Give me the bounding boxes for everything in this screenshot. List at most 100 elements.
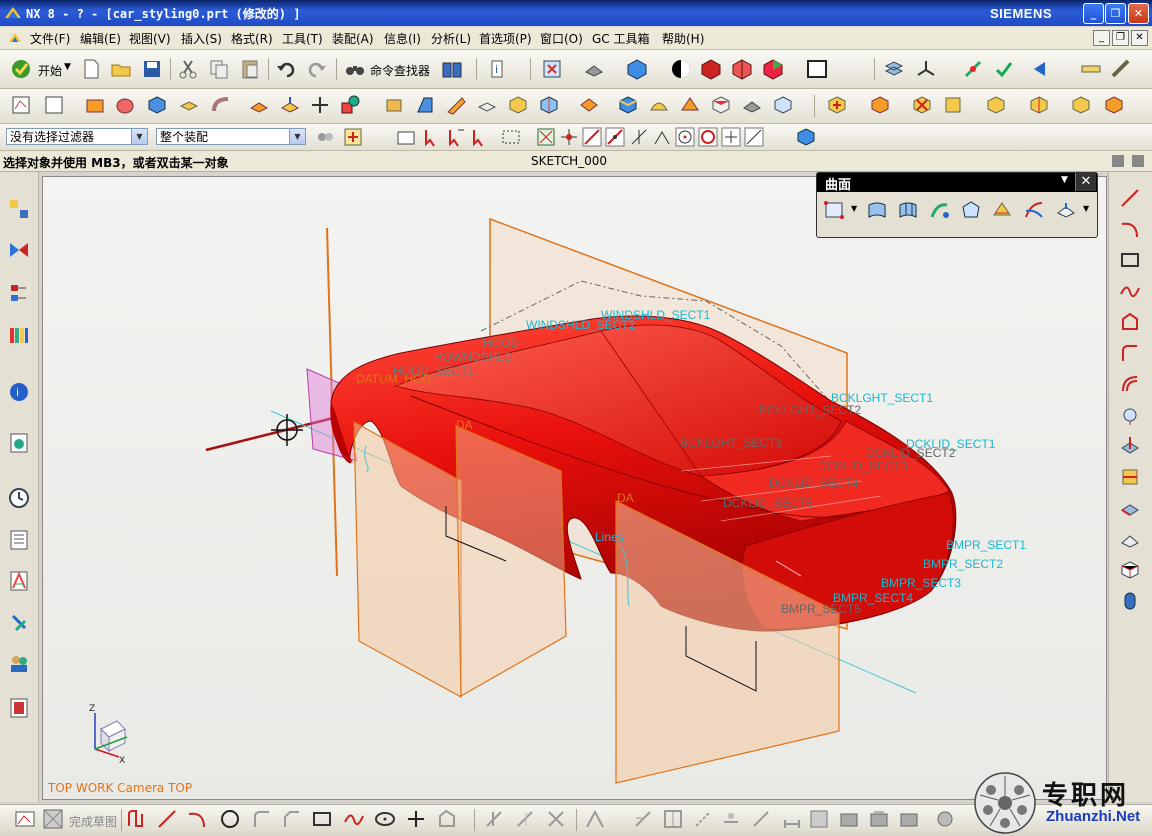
frame-icon[interactable]	[806, 58, 828, 80]
label-bmpr-sect2[interactable]: BMPR_SECT2	[923, 557, 1003, 571]
open-folder-icon[interactable]	[110, 58, 132, 80]
datum-plane-front-2[interactable]	[455, 425, 567, 698]
show-constraints-icon[interactable]	[632, 808, 654, 830]
minimize-button[interactable]: _	[1083, 3, 1104, 24]
menu-file[interactable]: 文件(F)	[30, 30, 70, 47]
menu-nx-icon[interactable]	[8, 31, 22, 45]
draft-icon[interactable]	[414, 94, 436, 116]
undo-icon[interactable]	[275, 58, 297, 80]
assembly-array-icon[interactable]	[1070, 94, 1092, 116]
label-bmpr-sect3[interactable]: BMPR_SECT3	[881, 576, 961, 590]
surface-toolbar-header[interactable]: 曲面 ▼ ✕	[817, 173, 1097, 193]
menu-tools[interactable]: 工具(T)	[282, 30, 323, 47]
measure-icon[interactable]	[1110, 58, 1132, 80]
sketch-icon[interactable]	[10, 94, 32, 116]
snap-tangent-icon[interactable]	[628, 126, 650, 148]
menu-assemblies[interactable]: 装配(A)	[332, 30, 374, 47]
wrap-curve-icon[interactable]	[1119, 590, 1141, 612]
polygon-icon[interactable]	[343, 808, 365, 830]
replace-face-icon[interactable]	[710, 94, 732, 116]
assembly-mirror-icon[interactable]	[1028, 94, 1050, 116]
line-icon[interactable]	[1119, 187, 1141, 209]
snap-icon[interactable]	[962, 58, 984, 80]
ellipse-icon[interactable]	[374, 808, 396, 830]
section-curve-icon[interactable]	[1119, 466, 1141, 488]
assembly-remove-icon[interactable]	[911, 94, 933, 116]
assembly-select-icon[interactable]	[314, 126, 336, 148]
sweep-icon[interactable]	[445, 94, 467, 116]
rectangle-select-icon[interactable]	[500, 126, 522, 148]
emboss-icon[interactable]	[648, 94, 670, 116]
menu-window[interactable]: 窗口(O)	[540, 30, 583, 47]
close-button[interactable]: ✕	[1128, 3, 1149, 24]
wcs-icon[interactable]	[915, 58, 937, 80]
menu-information[interactable]: 信息(I)	[384, 30, 421, 47]
scale-body-icon[interactable]	[538, 94, 560, 116]
assembly-move-icon[interactable]	[985, 94, 1007, 116]
constraint-navigator-icon[interactable]	[8, 239, 30, 261]
chevron-down-icon[interactable]: ▼	[1083, 204, 1089, 213]
face-blend-icon[interactable]	[1055, 199, 1077, 221]
split-body-icon[interactable]	[679, 94, 701, 116]
car-model-viewport[interactable]: WINDSHLD_SECT2 WINDSHLD_SECT1 HOOD HOWND…	[43, 177, 1106, 799]
sketch-options-icon[interactable]	[934, 808, 956, 830]
reuse-library-icon[interactable]	[8, 324, 30, 346]
constraints-icon[interactable]	[584, 808, 606, 830]
copy-icon[interactable]	[208, 58, 230, 80]
menu-edit[interactable]: 编辑(E)	[80, 30, 121, 47]
menu-gc-toolkits[interactable]: GC 工具箱	[592, 30, 650, 47]
graphics-window[interactable]: WINDSHLD_SECT2 WINDSHLD_SECT1 HOOD HOWND…	[42, 176, 1107, 800]
start-icon[interactable]	[10, 58, 32, 80]
profile-icon[interactable]	[126, 808, 148, 830]
polygon-icon[interactable]	[1119, 311, 1141, 333]
nx-app-icon[interactable]	[4, 5, 22, 21]
projection-icon[interactable]	[1119, 404, 1141, 426]
label-howndshld[interactable]: HOWNDSHLD	[434, 350, 513, 364]
convert-reference-icon[interactable]	[692, 808, 714, 830]
label-datum-hor[interactable]: DATUM_HOR	[356, 372, 431, 386]
restore-button[interactable]: ❐	[1105, 3, 1126, 24]
label-hood[interactable]: HOOD	[483, 336, 519, 350]
wire-cube-icon[interactable]	[731, 58, 753, 80]
label-bmpr-sect1[interactable]: BMPR_SECT1	[946, 538, 1026, 552]
menu-view[interactable]: 视图(V)	[129, 30, 171, 47]
selection-scope-select[interactable]: 整个装配 ▼	[156, 128, 306, 145]
menu-preferences[interactable]: 首选项(P)	[479, 30, 532, 47]
book-icon[interactable]	[441, 58, 463, 80]
revolve-icon[interactable]	[114, 94, 136, 116]
web-browser-icon[interactable]: i	[8, 381, 30, 403]
check-icon[interactable]	[993, 58, 1015, 80]
label-windshld-sect1[interactable]: WINDSHLD_SECT1	[601, 308, 711, 322]
layer-icon[interactable]	[883, 58, 905, 80]
fit-view-icon[interactable]	[541, 58, 563, 80]
unite-icon[interactable]	[741, 94, 763, 116]
intersection-curve-icon[interactable]	[1119, 435, 1141, 457]
clock-icon[interactable]	[8, 487, 30, 509]
assembly-explode-icon[interactable]	[1103, 94, 1125, 116]
snap-endpoint-icon[interactable]	[535, 126, 557, 148]
assembly-new-icon[interactable]	[869, 94, 891, 116]
type-filter-select[interactable]: 没有选择过滤器 ▼	[6, 128, 148, 145]
fillet-icon[interactable]	[251, 808, 273, 830]
select-body-icon[interactable]	[395, 126, 417, 148]
palette-icon[interactable]	[8, 697, 30, 719]
binoculars-icon[interactable]	[344, 58, 366, 80]
translucent-cube-icon[interactable]	[762, 58, 784, 80]
bridge-curve-icon[interactable]	[1119, 528, 1141, 550]
snap-intersection-icon[interactable]	[604, 126, 626, 148]
label-dcklid-sect4[interactable]: DCKLID_SECT4	[769, 476, 859, 490]
animate-dimension-icon[interactable]	[750, 808, 772, 830]
chevron-down-icon[interactable]: ▼	[131, 129, 147, 144]
n-sided-surface-icon[interactable]	[960, 199, 982, 221]
auto-constrain-icon[interactable]	[662, 808, 684, 830]
swept-icon[interactable]	[929, 199, 951, 221]
assembly-navigator-icon[interactable]	[8, 198, 30, 220]
finish-sketch-icon[interactable]	[42, 808, 64, 830]
shaded-cube-icon[interactable]	[626, 58, 648, 80]
users-icon[interactable]	[8, 652, 30, 674]
cut-icon[interactable]	[177, 58, 199, 80]
through-curves-icon[interactable]	[866, 199, 888, 221]
datum-plane-icon[interactable]	[43, 94, 65, 116]
fillet-icon[interactable]	[1119, 342, 1141, 364]
styled-sweep-icon[interactable]	[991, 199, 1013, 221]
